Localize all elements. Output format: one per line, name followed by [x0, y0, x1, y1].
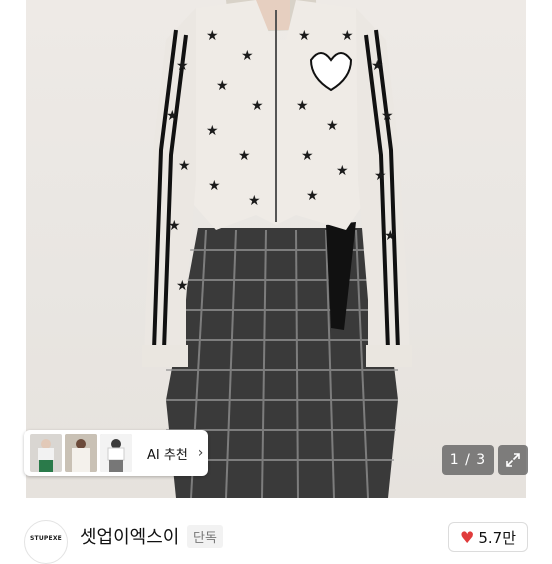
svg-text:★: ★: [298, 28, 311, 44]
svg-text:★: ★: [248, 193, 261, 209]
like-button[interactable]: ♥ 5.7만: [448, 522, 528, 552]
svg-text:★: ★: [206, 123, 219, 139]
svg-text:★: ★: [176, 278, 189, 294]
image-pager: 1 / 3: [442, 445, 494, 475]
svg-text:★: ★: [238, 148, 251, 164]
shop-avatar[interactable]: STUPEXE: [24, 520, 68, 564]
svg-text:★: ★: [251, 98, 264, 114]
model-illustration: ★ ★ ★ ★ ★ ★ ★ ★ ★ ★ ★ ★ ★ ★ ★ ★ ★ ★ ★ ★ ★ ★ ★ ★: [142, 0, 412, 498]
svg-text:★: ★: [306, 188, 319, 204]
svg-text:★: ★: [384, 228, 397, 244]
svg-text:★: ★: [241, 48, 254, 64]
expand-arrows-icon: [506, 453, 520, 467]
svg-text:★: ★: [341, 28, 354, 44]
ai-recommend-label: AI 추천: [147, 447, 188, 463]
like-count: 5.7만: [478, 528, 516, 547]
ai-recommend-button[interactable]: AI 추천 ›: [24, 430, 208, 476]
svg-text:★: ★: [168, 218, 181, 234]
expand-button[interactable]: [498, 445, 528, 475]
svg-text:★: ★: [178, 158, 191, 174]
svg-text:★: ★: [208, 178, 221, 194]
heart-icon: ♥: [460, 527, 475, 547]
svg-text:★: ★: [381, 108, 394, 124]
recommend-thumbnail-3: [100, 434, 132, 472]
product-photo[interactable]: ★ ★ ★ ★ ★ ★ ★ ★ ★ ★ ★ ★ ★ ★ ★ ★ ★ ★ ★ ★ ★ ★ ★ ★: [26, 0, 526, 498]
shop-name[interactable]: 셋업이엑스이: [80, 523, 179, 549]
svg-text:★: ★: [371, 58, 384, 74]
svg-text:★: ★: [166, 108, 179, 124]
svg-text:★: ★: [216, 78, 229, 94]
pager-text: 1 / 3: [449, 452, 487, 468]
chevron-right-icon: ›: [197, 445, 204, 461]
shop-logo-text: STUPEXE: [30, 535, 62, 542]
svg-text:★: ★: [176, 58, 189, 74]
svg-text:★: ★: [206, 28, 219, 44]
recommend-thumbnail-2: [65, 434, 97, 472]
exclusive-badge: 단독: [187, 525, 223, 548]
svg-text:★: ★: [336, 163, 349, 179]
svg-text:★: ★: [326, 118, 339, 134]
svg-text:★: ★: [374, 168, 387, 184]
svg-text:★: ★: [301, 148, 314, 164]
recommend-thumbnail-1: [30, 434, 62, 472]
svg-text:★: ★: [296, 98, 309, 114]
